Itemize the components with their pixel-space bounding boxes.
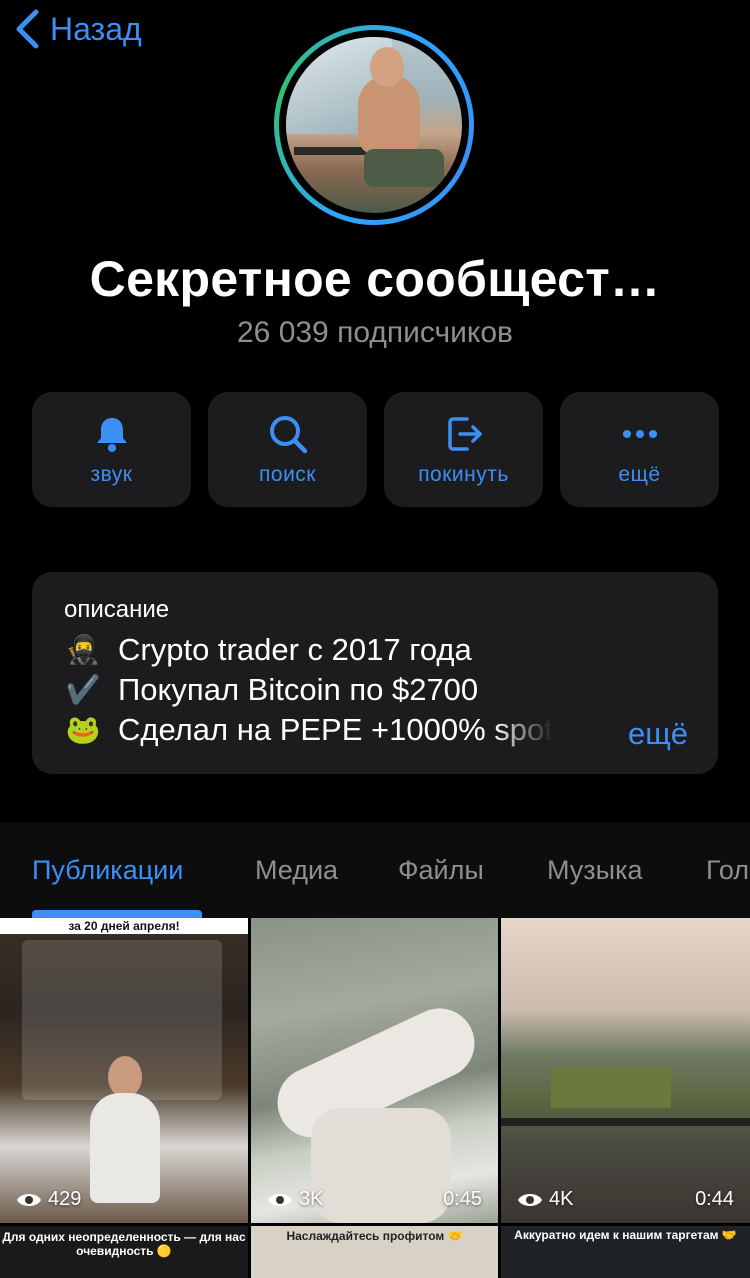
more-icon (622, 429, 657, 438)
back-label: Назад (50, 10, 142, 47)
eye-icon (268, 1193, 292, 1206)
action-label: покинуть (418, 462, 509, 486)
tile-caption: Аккуратно идем к нашим таргетам 🤝 (514, 1228, 737, 1242)
eye-icon (17, 1193, 41, 1206)
tile-caption: Для одних неопределенность — для нас оче… (2, 1230, 246, 1258)
eye-icon (518, 1193, 542, 1206)
channel-avatar[interactable] (274, 25, 474, 225)
media-tile[interactable]: 3K 0:45 (251, 918, 498, 1223)
duration: 0:44 (695, 1188, 734, 1210)
tab-media[interactable]: Медиа (255, 855, 338, 886)
media-tile[interactable]: 4K 0:44 (501, 918, 750, 1223)
description-card[interactable]: описание 🥷 Crypto trader с 2017 года ✔️ … (32, 572, 718, 774)
view-count: 4K (517, 1188, 573, 1211)
description-text: Сделал на PEPE +1000% spot (118, 710, 553, 750)
media-tile[interactable]: Наслаждайтесь профитом 🤝 (251, 1226, 498, 1278)
search-button[interactable]: поиск (208, 392, 367, 507)
description-line: ✔️ Покупал Bitcoin по $2700 (64, 670, 686, 710)
duration: 0:45 (443, 1188, 482, 1210)
back-button[interactable]: Назад (14, 8, 142, 50)
media-grid: за 20 дней апреля! 429 3K 0:45 4K 0:44 Д… (0, 918, 750, 1278)
media-tile[interactable]: Аккуратно идем к нашим таргетам 🤝 (501, 1226, 750, 1278)
media-tile[interactable]: Для одних неопределенность — для нас оче… (0, 1226, 248, 1278)
more-button[interactable]: ещё (560, 392, 719, 507)
view-count: 429 (16, 1188, 81, 1211)
frog-emoji: 🐸 (65, 714, 101, 745)
action-bar: звук поиск покинуть ещё (32, 392, 719, 507)
subscriber-count: 26 039 подписчиков (236, 316, 513, 349)
channel-title: Секретное сообщест… (89, 251, 661, 307)
tab-publications[interactable]: Публикации (32, 855, 183, 886)
tab-music[interactable]: Музыка (547, 855, 643, 886)
tab-voice[interactable]: Гол (706, 855, 749, 886)
avatar-photo (286, 37, 462, 213)
description-more-link[interactable]: ещё (628, 716, 688, 752)
chevron-left-icon (16, 9, 39, 49)
action-label: ещё (618, 462, 661, 486)
description-text: Crypto trader с 2017 года (118, 632, 472, 667)
tile-overlay: 429 (0, 1188, 248, 1211)
view-count: 3K (267, 1188, 323, 1211)
tile-caption: Наслаждайтесь профитом 🤝 (286, 1229, 463, 1243)
action-label: звук (90, 462, 133, 486)
tile-overlay: 3K 0:45 (251, 1188, 498, 1211)
active-tab-indicator (32, 910, 202, 918)
ninja-emoji: 🥷 (65, 634, 101, 665)
media-tile[interactable]: за 20 дней апреля! 429 (0, 918, 248, 1223)
leave-icon (447, 416, 482, 451)
tab-files[interactable]: Файлы (398, 855, 484, 886)
description-line: 🐸 Сделал на PEPE +1000% spot (64, 710, 686, 750)
leave-button[interactable]: покинуть (384, 392, 543, 507)
tile-caption: за 20 дней апреля! (0, 918, 248, 934)
bell-icon (96, 417, 127, 452)
search-icon (269, 415, 307, 453)
description-line: 🥷 Crypto trader с 2017 года (64, 630, 686, 670)
tile-overlay: 4K 0:44 (501, 1188, 750, 1211)
description-text: Покупал Bitcoin по $2700 (118, 672, 479, 707)
mute-button[interactable]: звук (32, 392, 191, 507)
check-emoji: ✔️ (65, 674, 101, 705)
description-heading: описание (64, 596, 170, 623)
action-label: поиск (259, 462, 316, 486)
media-tab-bar: Публикации Медиа Файлы Музыка Гол (0, 822, 750, 918)
